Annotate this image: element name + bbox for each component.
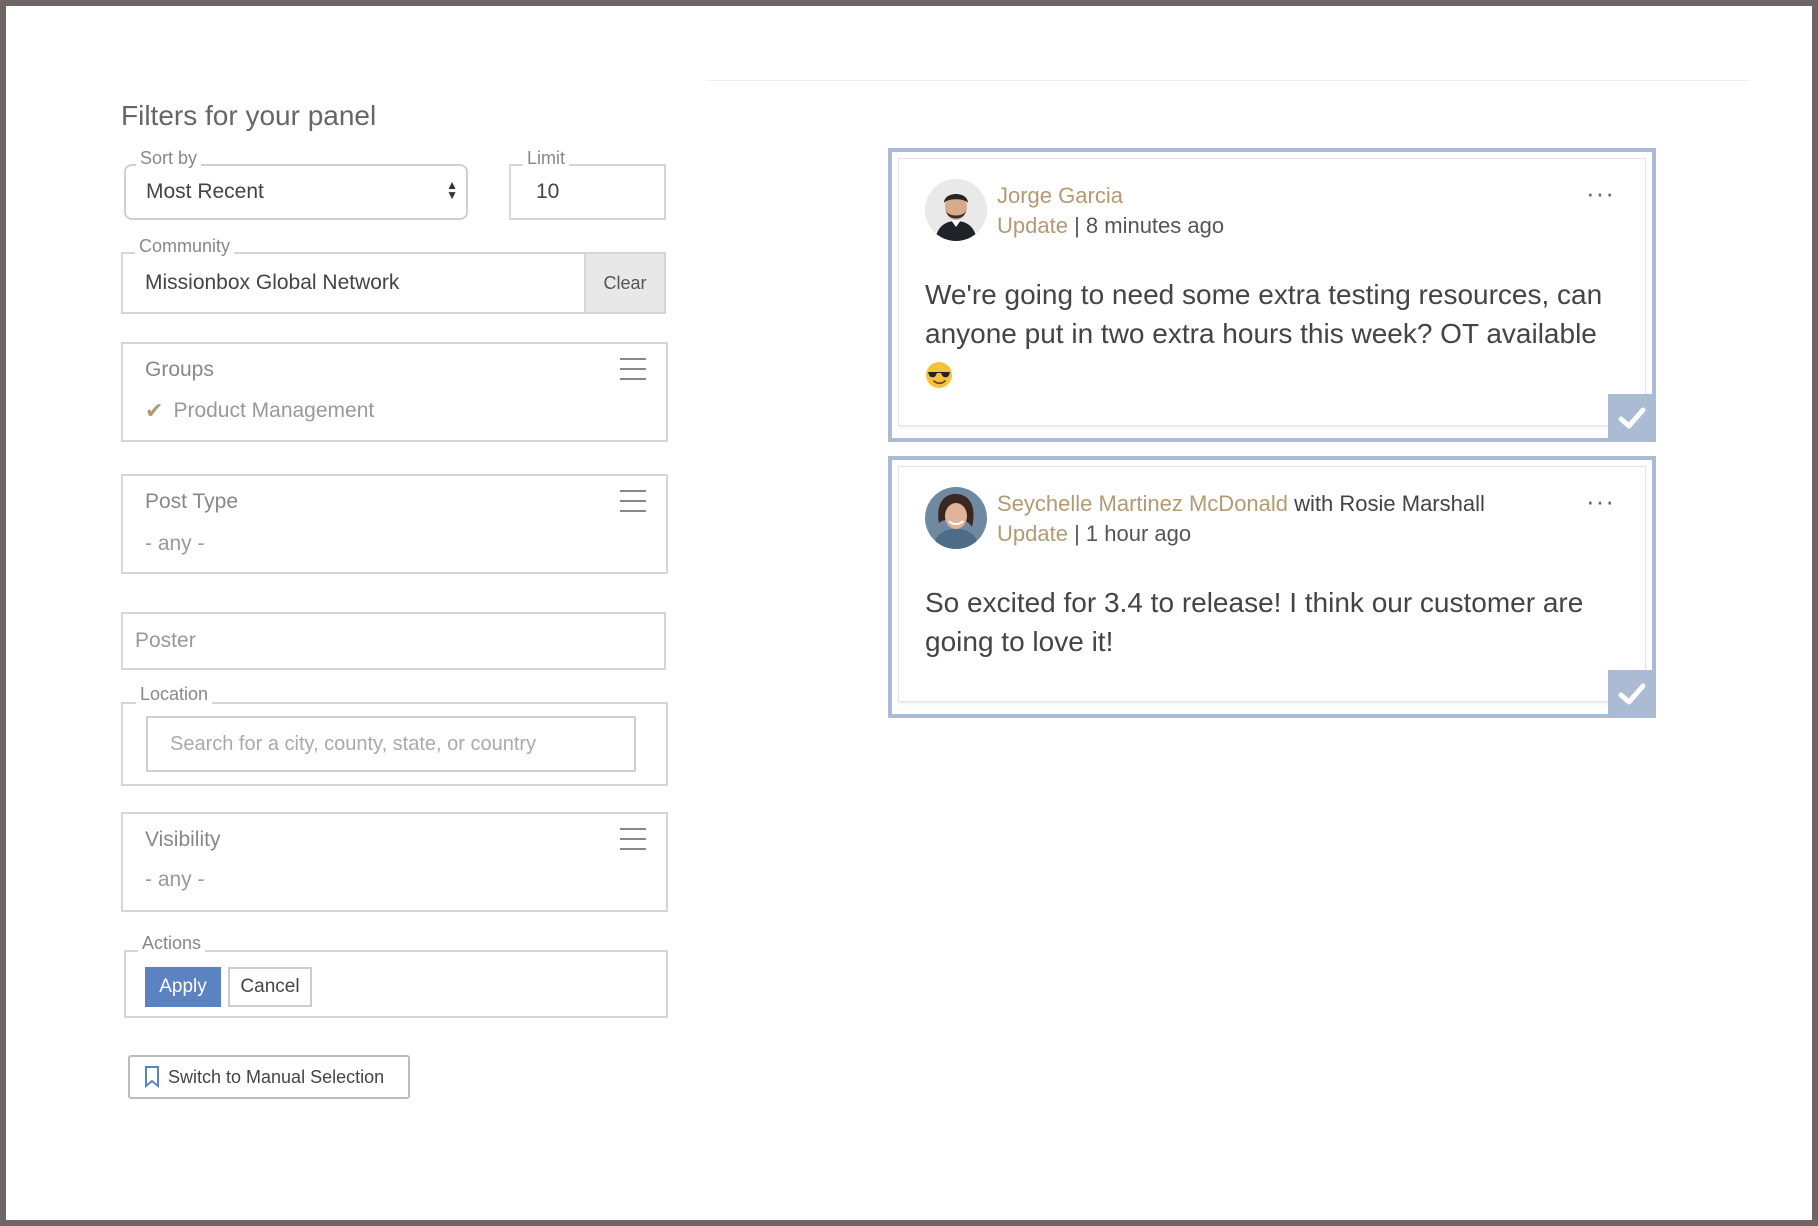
post-author-line: Jorge Garcia xyxy=(997,183,1123,209)
check-icon: ✔ xyxy=(145,398,164,423)
apply-button[interactable]: Apply xyxy=(145,967,221,1007)
post-time: | 8 minutes ago xyxy=(1067,213,1225,238)
avatar[interactable] xyxy=(925,179,987,241)
post-card[interactable]: Jorge Garcia Update | 8 minutes ago ··· … xyxy=(888,148,1656,442)
groups-menu-icon[interactable] xyxy=(620,358,646,380)
visibility-value: - any - xyxy=(145,868,205,891)
sort-by-select[interactable]: Most Recent ▲ ▼ xyxy=(124,164,468,220)
limit-value: 10 xyxy=(536,180,560,203)
location-label: Location xyxy=(136,684,213,704)
post-time: | 1 hour ago xyxy=(1067,521,1192,546)
community-field: Missionbox Global Network Clear xyxy=(121,252,666,314)
more-options-icon[interactable]: ··· xyxy=(1586,180,1615,206)
clear-button[interactable]: Clear xyxy=(584,254,664,312)
more-options-icon[interactable]: ··· xyxy=(1586,488,1615,514)
post-type-title: Post Type xyxy=(145,490,239,513)
post-body: So excited for 3.4 to release! I think o… xyxy=(925,583,1621,661)
page-title: Filters for your panel xyxy=(121,100,377,131)
post-text: We're going to need some extra testing r… xyxy=(925,279,1603,349)
location-search-input[interactable]: Search for a city, county, state, or cou… xyxy=(146,716,636,772)
author-link[interactable]: Seychelle Martinez McDonald xyxy=(997,491,1288,516)
post-body: We're going to need some extra testing r… xyxy=(925,275,1621,392)
post-content: Seychelle Martinez McDonald with Rosie M… xyxy=(898,466,1646,702)
community-label: Community xyxy=(135,236,235,256)
top-divider xyxy=(706,80,1749,81)
selected-check-icon[interactable] xyxy=(1608,394,1656,442)
limit-label: Limit xyxy=(523,148,570,168)
groups-selected-item[interactable]: ✔ Product Management xyxy=(145,398,374,424)
post-type-link[interactable]: Update xyxy=(997,521,1068,546)
groups-selected-label: Product Management xyxy=(173,399,375,422)
visibility-title: Visibility xyxy=(145,828,221,851)
select-arrows-icon: ▲ ▼ xyxy=(446,178,458,202)
community-input[interactable]: Missionbox Global Network xyxy=(123,254,584,312)
sort-by-label: Sort by xyxy=(136,148,202,168)
bookmark-icon xyxy=(145,1066,159,1088)
post-meta: Update | 8 minutes ago xyxy=(997,213,1224,239)
cancel-button[interactable]: Cancel xyxy=(228,967,312,1007)
visibility-filter: Visibility - any - xyxy=(121,812,668,912)
post-card[interactable]: Seychelle Martinez McDonald with Rosie M… xyxy=(888,456,1656,718)
groups-title: Groups xyxy=(145,358,214,381)
post-type-filter: Post Type - any - xyxy=(121,474,668,574)
visibility-menu-icon[interactable] xyxy=(620,828,646,850)
sort-by-value: Most Recent xyxy=(146,180,264,203)
avatar[interactable] xyxy=(925,487,987,549)
actions-fieldset: Apply Cancel xyxy=(124,950,668,1018)
post-text: So excited for 3.4 to release! I think o… xyxy=(925,587,1584,657)
post-type-menu-icon[interactable] xyxy=(620,490,646,512)
limit-input[interactable]: 10 xyxy=(509,164,666,220)
location-fieldset: Search for a city, county, state, or cou… xyxy=(121,702,668,786)
author-link[interactable]: Jorge Garcia xyxy=(997,183,1123,208)
post-type-value: - any - xyxy=(145,532,205,555)
page-canvas: Filters for your panel Most Recent ▲ ▼ So… xyxy=(6,6,1812,1220)
switch-label: Switch to Manual Selection xyxy=(168,1066,385,1087)
selected-check-icon[interactable] xyxy=(1608,670,1656,718)
post-meta: Update | 1 hour ago xyxy=(997,521,1191,547)
post-type-link[interactable]: Update xyxy=(997,213,1068,238)
with-text: with Rosie Marshall xyxy=(1288,491,1485,516)
sunglasses-emoji-icon xyxy=(926,361,952,388)
post-content: Jorge Garcia Update | 8 minutes ago ··· … xyxy=(898,158,1646,426)
post-author-line: Seychelle Martinez McDonald with Rosie M… xyxy=(997,491,1485,517)
poster-input[interactable]: Poster xyxy=(121,612,666,670)
groups-filter: Groups ✔ Product Management xyxy=(121,342,668,442)
actions-label: Actions xyxy=(138,933,206,953)
switch-manual-selection-button[interactable]: Switch to Manual Selection xyxy=(128,1055,410,1099)
